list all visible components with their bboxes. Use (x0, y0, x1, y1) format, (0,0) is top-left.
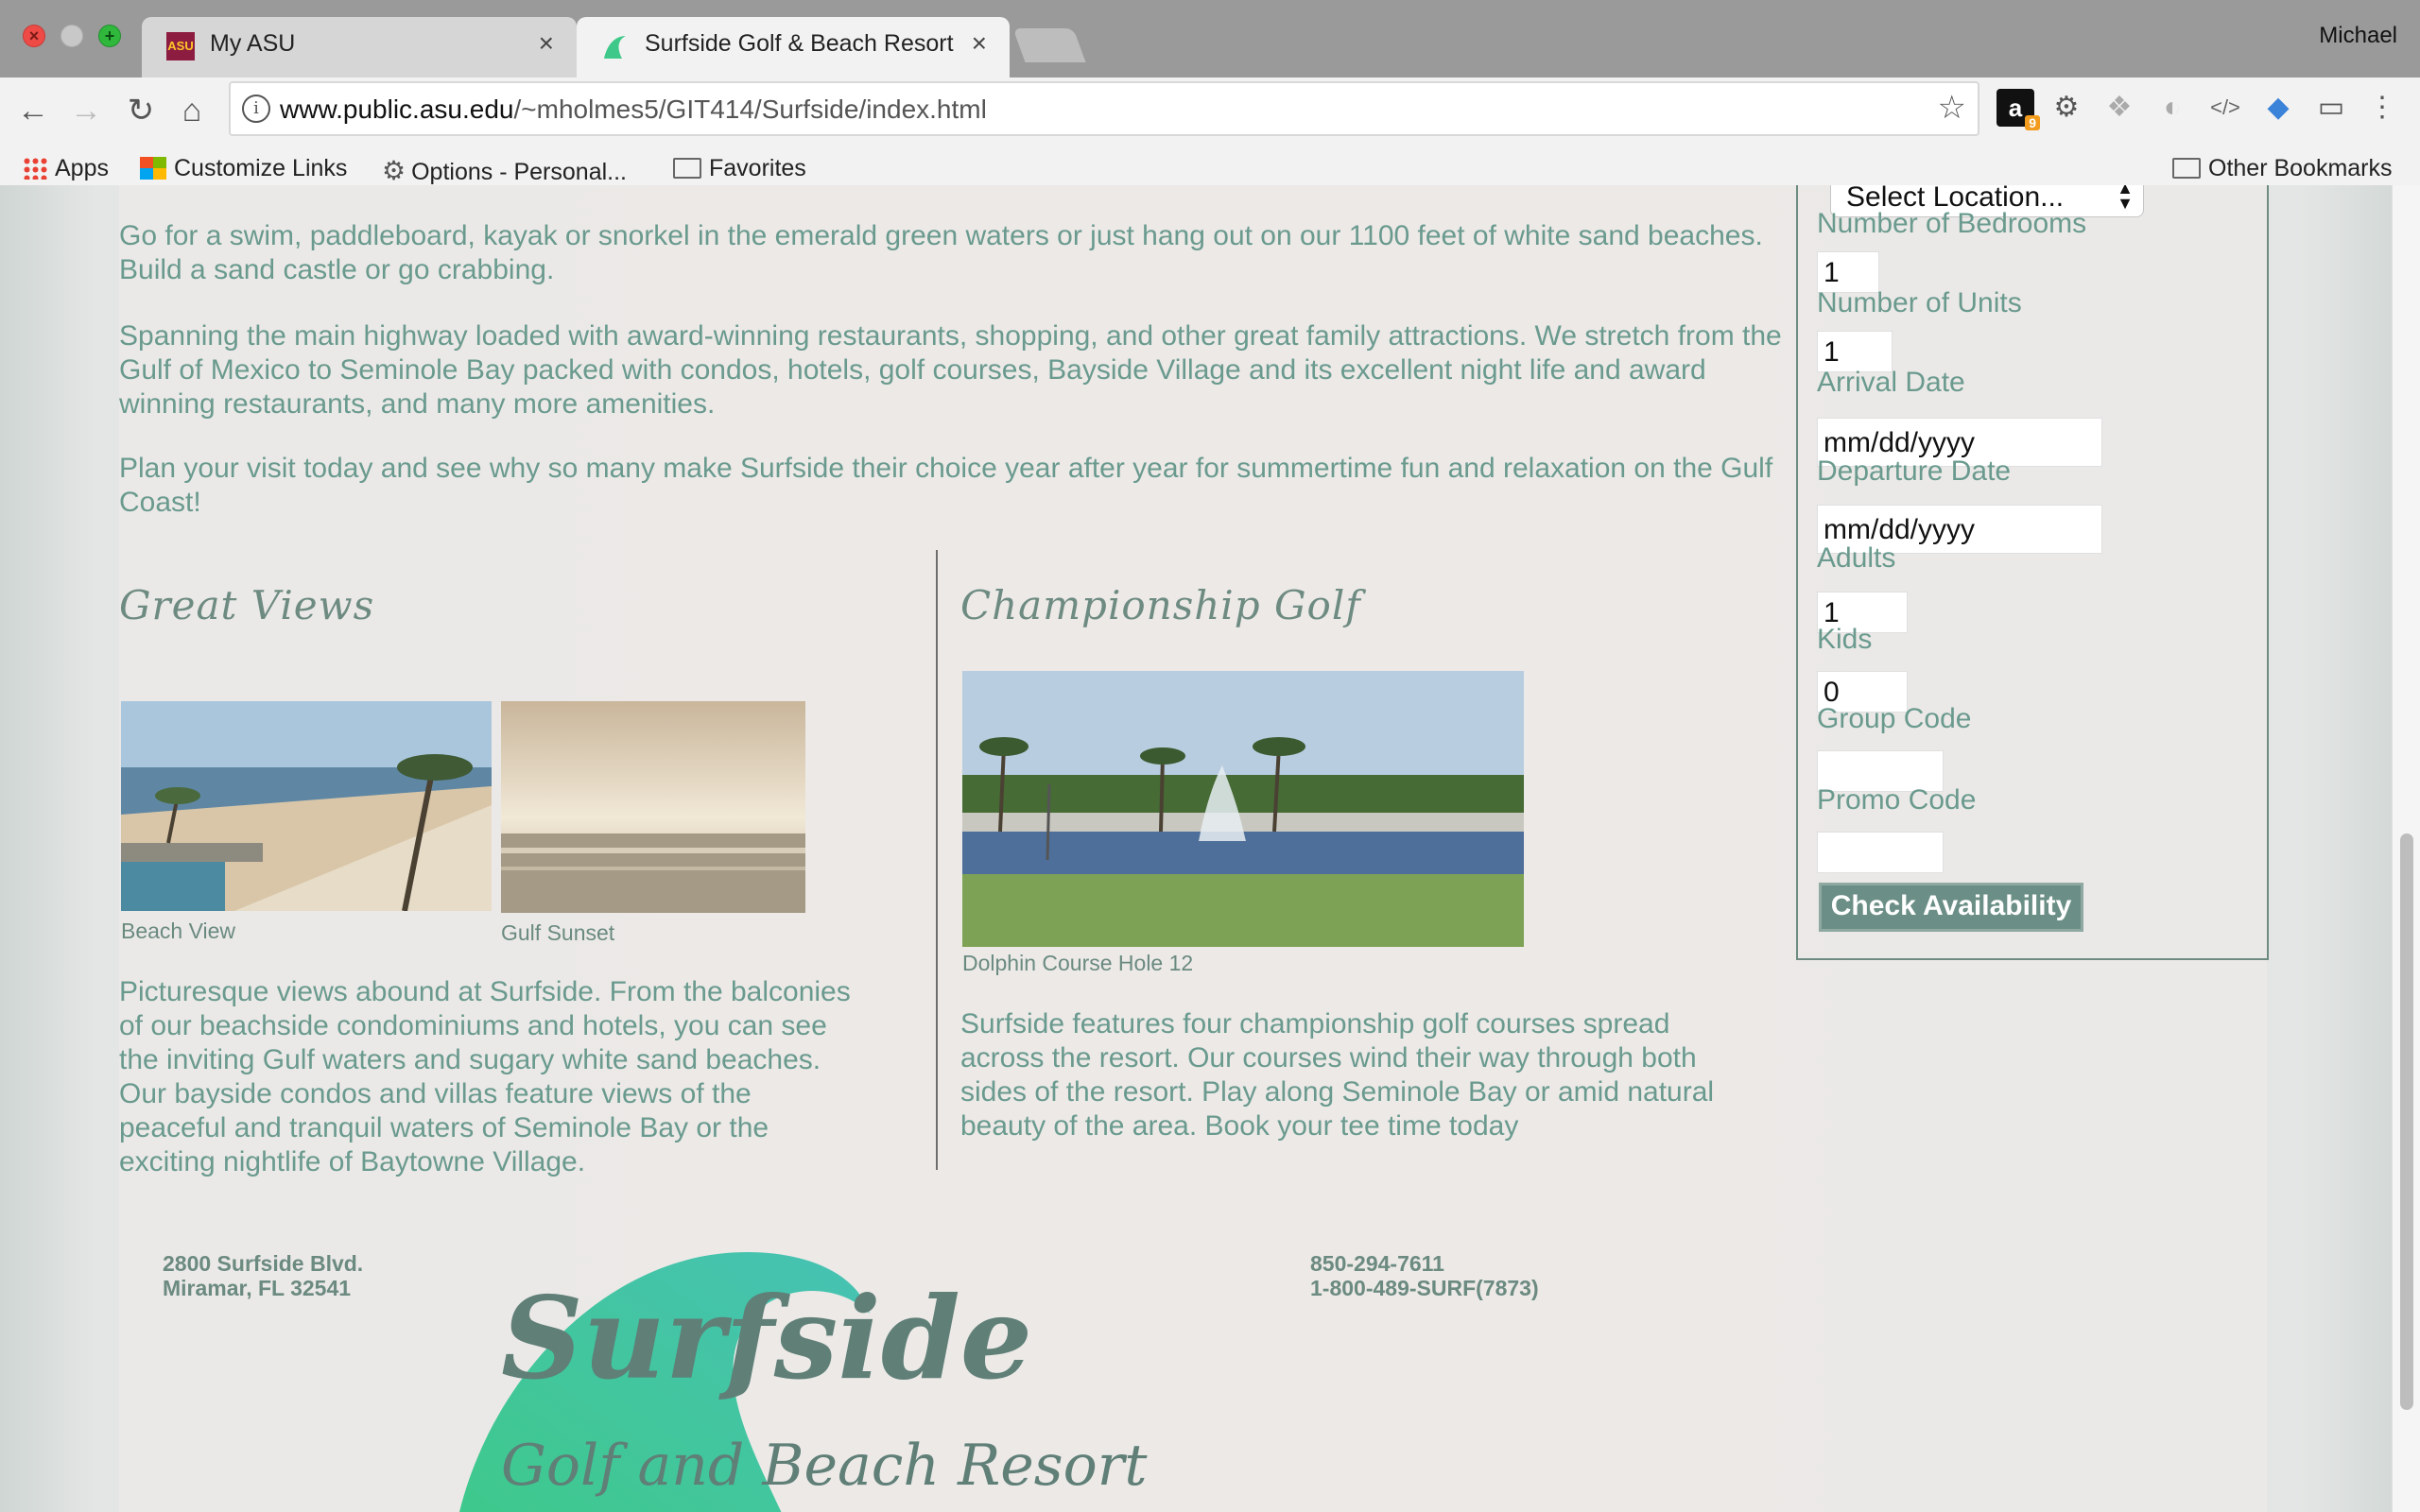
gear-icon: ⚙ (382, 156, 406, 185)
web-page: Go for a swim, paddleboard, kayak or sno… (0, 185, 2420, 1512)
reload-icon[interactable]: ↻ (117, 87, 164, 134)
bookmark-apps[interactable]: Apps (23, 155, 109, 182)
diamond-extension-icon[interactable]: ◆ (2259, 89, 2297, 127)
tab-title: Surfside Golf & Beach Resort (645, 30, 954, 57)
code-extension-icon[interactable]: </> (2206, 89, 2244, 127)
views-paragraph: Picturesque views abound at Surfside. Fr… (119, 976, 851, 1177)
intro-paragraph-1: Go for a swim, paddleboard, kayak or sno… (119, 220, 1763, 285)
close-tab-icon[interactable]: × (972, 28, 987, 59)
promo-code-label: Promo Code (1817, 784, 1977, 816)
column-divider (936, 550, 938, 1170)
bookmark-options[interactable]: ⚙ Options - Personal... (382, 155, 627, 186)
golf-photo-caption: Dolphin Course Hole 12 (962, 951, 1194, 975)
scrollbar-thumb[interactable] (2400, 833, 2413, 1410)
home-icon[interactable]: ⌂ (168, 87, 216, 134)
page-scrollbar[interactable] (2392, 185, 2420, 1512)
gulf-sunset-photo (501, 701, 805, 913)
cast-icon[interactable]: ▭ (2312, 89, 2350, 127)
forward-arrow-icon[interactable]: → (62, 87, 110, 134)
folder-icon (2172, 158, 2201, 179)
dropbox-extension-icon[interactable]: ❖ (2100, 89, 2138, 127)
bookmark-other[interactable]: Other Bookmarks (2172, 155, 2393, 182)
bedrooms-label: Number of Bedrooms (1817, 208, 2087, 239)
apps-grid-icon (23, 157, 47, 180)
tab-surfside[interactable]: Surfside Golf & Beach Resort × (577, 17, 1010, 77)
amazon-extension-icon[interactable]: a 9 (1996, 89, 2040, 130)
profile-name[interactable]: Michael (2319, 23, 2397, 49)
folder-icon (673, 158, 701, 179)
logo-wordmark: Surfside (501, 1272, 1033, 1405)
intro-paragraph-2: Spanning the main highway loaded with aw… (119, 320, 1782, 420)
logo-subtitle: Golf and Beach Resort (501, 1433, 1148, 1499)
footer-phone: 850-294-7611 1-800-489-SURF(7873) (1310, 1251, 1539, 1300)
golf-paragraph: Surfside features four championship golf… (960, 1008, 1715, 1142)
units-label: Number of Units (1817, 287, 2022, 318)
address-bar[interactable]: i www.public.asu.edu/~mholmes5/GIT414/Su… (229, 81, 1979, 136)
menu-icon[interactable]: ⋮ (2363, 89, 2401, 127)
adults-label: Adults (1817, 542, 1896, 574)
palette-extension-icon[interactable]: ◐ (2153, 89, 2191, 127)
great-views-heading: Great Views (119, 582, 375, 628)
close-tab-icon[interactable]: × (539, 28, 554, 59)
footer-address: 2800 Surfside Blvd. Miramar, FL 32541 (163, 1251, 364, 1300)
asu-logo-icon: ASU (166, 32, 195, 60)
departure-date-label: Departure Date (1817, 455, 2012, 487)
back-arrow-icon[interactable]: ← (9, 87, 57, 134)
select-arrows-icon: ▲ ▼ (2117, 185, 2134, 213)
minimize-window-button[interactable] (60, 25, 83, 47)
surfside-wave-icon (604, 36, 626, 59)
beach-view-photo (121, 701, 492, 911)
championship-golf-heading: Championship Golf (960, 582, 1361, 628)
golf-course-photo (962, 671, 1524, 947)
gulf-sunset-caption: Gulf Sunset (501, 920, 615, 945)
group-code-label: Group Code (1817, 703, 1972, 734)
url-text[interactable]: www.public.asu.edu/~mholmes5/GIT414/Surf… (280, 94, 987, 125)
beach-view-caption: Beach View (121, 919, 236, 943)
arrival-date-label: Arrival Date (1817, 367, 1965, 398)
extension-badge: 9 (2025, 115, 2040, 130)
info-icon[interactable]: i (242, 94, 270, 123)
new-tab-button[interactable] (1012, 28, 1086, 62)
gear-extension-icon[interactable]: ⚙ (2048, 89, 2085, 127)
zoom-window-button[interactable]: + (98, 25, 121, 47)
bookmark-star-icon[interactable]: ☆ (1938, 89, 1966, 127)
intro-paragraph-3: Plan your visit today and see why so man… (119, 453, 1773, 518)
booking-form: Select Location... ▲ ▼ Number of Bedrooms… (1796, 185, 2269, 960)
kids-label: Kids (1817, 624, 1873, 655)
bookmark-favorites[interactable]: Favorites (673, 155, 806, 182)
windows-logo-icon (140, 157, 166, 180)
check-availability-button[interactable]: Check Availability (1819, 883, 2083, 932)
browser-tab-bar: × + ASU My ASU × Surfside Golf & Beach R… (0, 0, 2420, 77)
promo-code-input[interactable] (1817, 832, 1944, 873)
close-window-button[interactable]: × (23, 25, 45, 47)
bookmark-customize-links[interactable]: Customize Links (140, 155, 347, 182)
tab-title: My ASU (210, 30, 296, 57)
tab-my-asu[interactable]: ASU My ASU × (142, 17, 577, 77)
